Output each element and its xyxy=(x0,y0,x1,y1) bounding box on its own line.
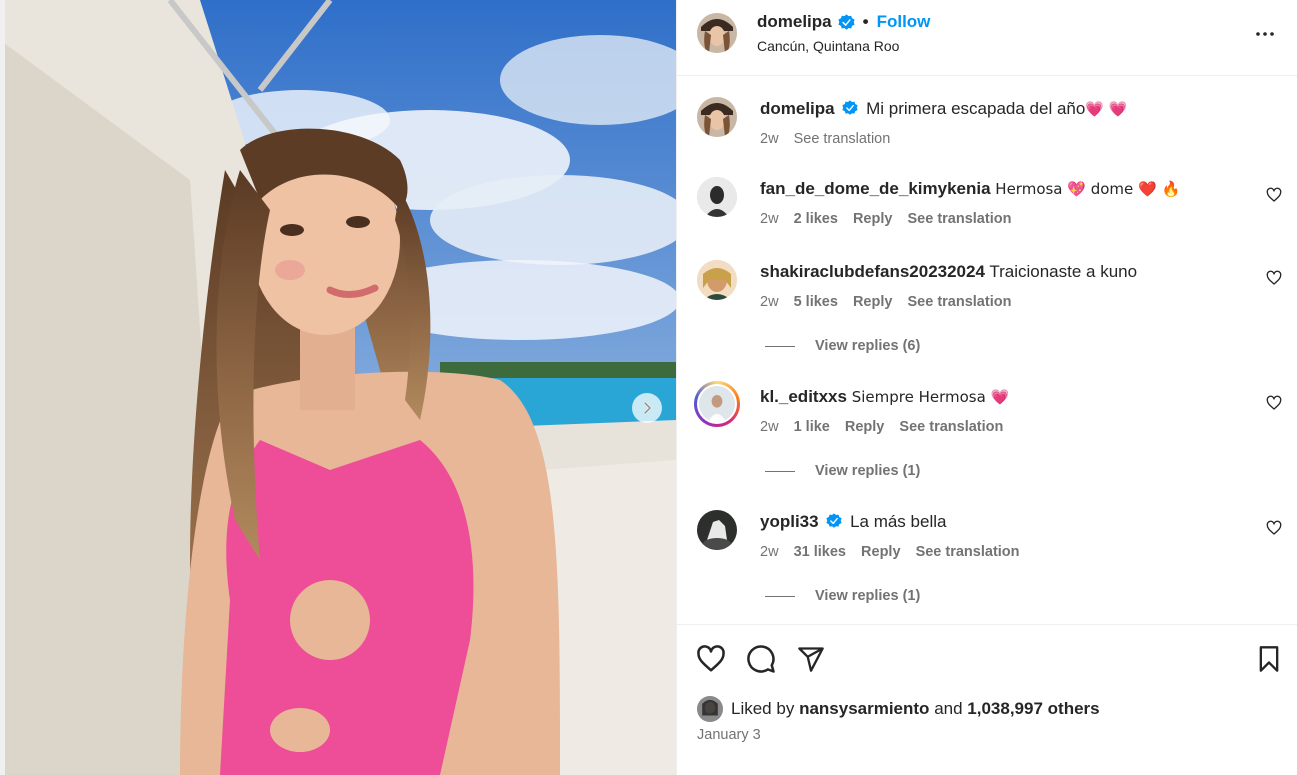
avatar[interactable] xyxy=(697,696,723,722)
post-photo xyxy=(0,0,676,775)
comment-time[interactable]: 2w xyxy=(760,419,779,435)
view-replies-label: View replies (1) xyxy=(815,463,921,479)
send-icon xyxy=(798,647,824,672)
author-username[interactable]: domelipa xyxy=(757,12,832,32)
more-options-button[interactable] xyxy=(1253,22,1277,46)
see-translation-link[interactable]: See translation xyxy=(899,419,1003,435)
caption-emoji: 💗 💗 xyxy=(1085,100,1128,118)
verified-badge-icon xyxy=(842,100,858,115)
comment-time[interactable]: 2w xyxy=(760,294,779,310)
bookmark-icon xyxy=(1259,646,1279,672)
view-replies-button[interactable]: View replies (1) xyxy=(765,588,920,604)
caption-text: Mi primera escapada del año xyxy=(866,99,1086,118)
view-replies-label: View replies (6) xyxy=(815,338,921,354)
comment-item: yopli33 La más bella 2w 31 likes Reply S… xyxy=(677,510,1297,610)
comment-meta: 2w 2 likes Reply See translation xyxy=(760,211,1022,227)
likes-count[interactable]: 1,038,997 others xyxy=(967,699,1099,719)
view-replies-button[interactable]: View replies (1) xyxy=(765,463,920,479)
view-replies-line xyxy=(765,470,795,472)
more-options-icon xyxy=(1256,32,1274,36)
heart-icon xyxy=(697,645,725,672)
post-author: domelipa • Follow xyxy=(757,12,930,32)
comment-icon xyxy=(747,645,775,673)
like-comment-heart-icon[interactable] xyxy=(1266,520,1282,536)
avatar[interactable] xyxy=(697,177,737,217)
separator-dot: • xyxy=(862,12,869,31)
view-replies-line xyxy=(765,345,795,347)
comment-line: kl._editxxs Siempre Hermosa 💗 xyxy=(760,387,1009,407)
avatar[interactable] xyxy=(697,97,737,137)
chevron-right-icon xyxy=(643,401,652,415)
comment-text: Siempre Hermosa 💗 xyxy=(851,388,1010,406)
avatar[interactable] xyxy=(697,260,737,300)
reply-button[interactable]: Reply xyxy=(845,419,885,435)
comment-likes[interactable]: 1 like xyxy=(794,419,830,435)
comment-username[interactable]: yopli33 xyxy=(760,512,819,531)
verified-badge-icon xyxy=(826,513,842,528)
follow-button[interactable]: Follow xyxy=(877,12,931,32)
avatar[interactable] xyxy=(697,13,737,53)
comment-time[interactable]: 2w xyxy=(760,211,779,227)
comment-line: yopli33 La más bella xyxy=(760,512,946,532)
share-button[interactable] xyxy=(795,643,827,675)
carousel-next-button[interactable] xyxy=(632,393,662,423)
avatar[interactable] xyxy=(697,510,737,550)
caption-time[interactable]: 2w xyxy=(760,131,779,147)
photo-image xyxy=(0,0,676,775)
post-actions: Liked by nansysarmiento and 1,038,997 ot… xyxy=(677,624,1297,775)
liked-by-user[interactable]: nansysarmiento xyxy=(799,699,929,719)
reply-button[interactable]: Reply xyxy=(853,294,893,310)
view-replies-button[interactable]: View replies (6) xyxy=(765,338,920,354)
comment-likes[interactable]: 2 likes xyxy=(794,211,838,227)
like-comment-heart-icon[interactable] xyxy=(1266,187,1282,203)
like-comment-heart-icon[interactable] xyxy=(1266,395,1282,411)
post-side-panel: domelipa • Follow Cancún, Quintana Roo d… xyxy=(676,0,1297,775)
avatar-story-ring[interactable] xyxy=(694,381,740,427)
comment-text: Traicionaste a kuno xyxy=(989,262,1138,281)
post-location[interactable]: Cancún, Quintana Roo xyxy=(757,38,899,54)
comments-list: domelipa Mi primera escapada del año💗 💗 … xyxy=(677,77,1297,624)
photo-left-edge xyxy=(0,0,5,775)
comment-likes[interactable]: 5 likes xyxy=(794,294,838,310)
liked-by-and: and xyxy=(934,699,963,718)
caption-meta: 2w See translation xyxy=(760,131,901,147)
post-header: domelipa • Follow Cancún, Quintana Roo xyxy=(677,0,1297,76)
view-replies-line xyxy=(765,595,795,597)
comment-text: La más bella xyxy=(850,512,947,531)
see-translation-link[interactable]: See translation xyxy=(907,211,1011,227)
reply-button[interactable]: Reply xyxy=(861,544,901,560)
comment-meta: 2w 1 like Reply See translation xyxy=(760,419,1014,435)
caption: domelipa Mi primera escapada del año💗 💗 … xyxy=(677,97,1297,157)
verified-badge-icon xyxy=(838,13,855,30)
comment-username[interactable]: kl._editxxs xyxy=(760,387,847,406)
view-replies-label: View replies (1) xyxy=(815,588,921,604)
see-translation-link[interactable]: See translation xyxy=(794,131,891,147)
comment-time[interactable]: 2w xyxy=(760,544,779,560)
see-translation-link[interactable]: See translation xyxy=(916,544,1020,560)
caption-username[interactable]: domelipa xyxy=(760,99,835,118)
save-button[interactable] xyxy=(1253,643,1285,675)
like-comment-heart-icon[interactable] xyxy=(1266,270,1282,286)
comment-item: kl._editxxs Siempre Hermosa 💗 2w 1 like … xyxy=(677,381,1297,485)
comment-button[interactable] xyxy=(745,643,777,675)
see-translation-link[interactable]: See translation xyxy=(907,294,1011,310)
reply-button[interactable]: Reply xyxy=(853,211,893,227)
liked-by-prefix: Liked by xyxy=(731,699,795,718)
comment-username[interactable]: shakiraclubdefans20232024 xyxy=(760,262,985,281)
like-button[interactable] xyxy=(695,643,727,675)
comment-item: shakiraclubdefans20232024 Traicionaste a… xyxy=(677,260,1297,360)
comment-text: Hermosa 💖 dome ❤️ 🔥 xyxy=(995,180,1181,198)
comment-meta: 2w 5 likes Reply See translation xyxy=(760,294,1022,310)
liked-by: Liked by nansysarmiento and 1,038,997 ot… xyxy=(697,696,1100,722)
comment-line: shakiraclubdefans20232024 Traicionaste a… xyxy=(760,262,1137,282)
comment-item: fan_de_dome_de_kimykenia Hermosa 💖 dome … xyxy=(677,177,1297,237)
post-date[interactable]: January 3 xyxy=(697,727,761,743)
comment-line: fan_de_dome_de_kimykenia Hermosa 💖 dome … xyxy=(760,179,1180,199)
caption-line: domelipa Mi primera escapada del año💗 💗 xyxy=(760,99,1127,119)
comment-likes[interactable]: 31 likes xyxy=(794,544,846,560)
comment-username[interactable]: fan_de_dome_de_kimykenia xyxy=(760,179,991,198)
comment-meta: 2w 31 likes Reply See translation xyxy=(760,544,1031,560)
